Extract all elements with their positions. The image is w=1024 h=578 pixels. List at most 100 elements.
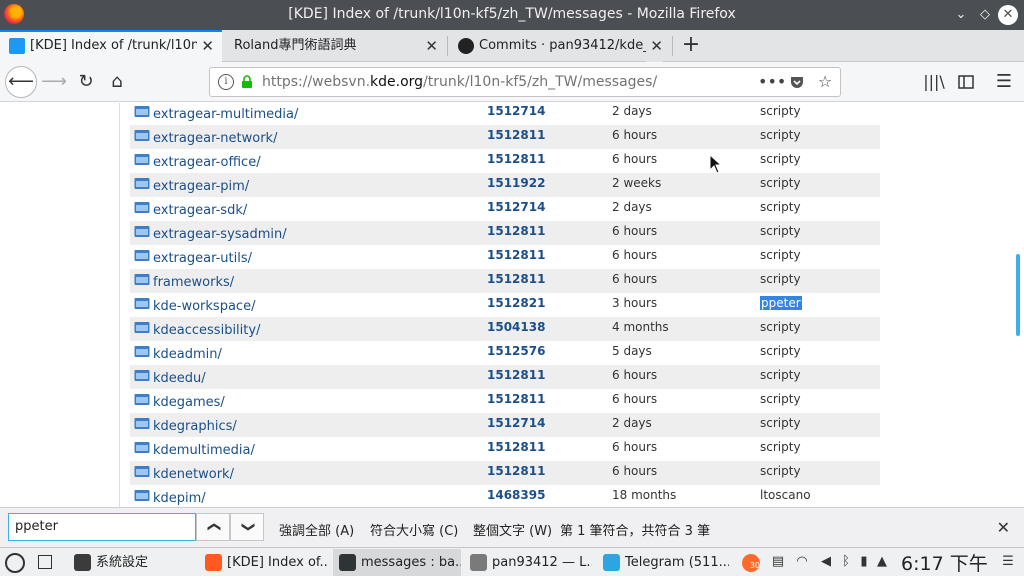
- revision-link[interactable]: 1511922: [487, 176, 545, 190]
- directory-link[interactable]: extragear-network/: [153, 131, 277, 146]
- arrow-left-icon[interactable]: ⟵: [5, 66, 37, 98]
- address-bar[interactable]: i https://websvn.kde.org/trunk/l10n-kf5/…: [209, 67, 841, 97]
- hamburger-menu-icon[interactable]: ☰: [990, 68, 1018, 96]
- url-text[interactable]: https://websvn.kde.org/trunk/l10n-kf5/zh…: [262, 74, 657, 90]
- author-text: scripty: [760, 368, 801, 382]
- battery-icon[interactable]: ▮: [856, 554, 872, 570]
- scrollbar-thumb[interactable]: [1016, 254, 1020, 336]
- info-icon[interactable]: i: [218, 74, 234, 90]
- library-icon[interactable]: |||\: [920, 68, 948, 96]
- new-tab-button[interactable]: +: [680, 30, 702, 62]
- directory-link[interactable]: frameworks/: [153, 275, 234, 290]
- clock[interactable]: 6:17 下午: [901, 549, 988, 576]
- revision-link[interactable]: 1512714: [487, 104, 545, 118]
- folder-icon: [134, 106, 150, 117]
- author-text: scripty: [760, 104, 801, 118]
- show-desktop-icon[interactable]: [38, 555, 52, 569]
- taskbar-item-label: [KDE] Index of...: [227, 555, 329, 570]
- tab-label: [KDE] Index of /trunk/l10n: [30, 38, 200, 53]
- diamond-icon[interactable]: ◇: [976, 6, 994, 24]
- revision-link[interactable]: 1512811: [487, 392, 545, 406]
- revision-link[interactable]: 1512821: [487, 296, 545, 310]
- arrow-right-icon[interactable]: ⟶: [40, 68, 68, 96]
- revision-link[interactable]: 1512811: [487, 224, 545, 238]
- revision-link[interactable]: 1504138: [487, 320, 545, 334]
- find-close-icon[interactable]: ✕: [997, 518, 1010, 537]
- age-text: 6 hours: [612, 128, 658, 142]
- bluetooth-icon[interactable]: ᛒ: [838, 554, 854, 570]
- match-case-toggle[interactable]: 符合大小寫 (C): [370, 520, 458, 539]
- reload-icon[interactable]: ↻: [72, 68, 100, 96]
- chevron-up-icon: ❮: [206, 521, 221, 533]
- author-text: scripty: [760, 464, 801, 478]
- revision-link[interactable]: 1512811: [487, 152, 545, 166]
- revision-link[interactable]: 1512811: [487, 368, 545, 382]
- tray-expand-icon[interactable]: ▲: [874, 554, 890, 570]
- directory-link[interactable]: kdeaccessibility/: [153, 323, 260, 338]
- directory-listing: extragear-multimedia/1512714 2 days script…: [130, 103, 880, 507]
- tab-roland[interactable]: Roland專門術語詞典 ✕: [224, 30, 446, 62]
- url-prefix: https://websvn.: [262, 74, 371, 90]
- app-launcher-icon[interactable]: [5, 553, 25, 573]
- volume-icon[interactable]: ◀: [818, 554, 834, 570]
- tab-close-icon[interactable]: ✕: [646, 30, 663, 62]
- chevron-down-icon[interactable]: ⌄: [952, 6, 970, 24]
- directory-link[interactable]: kde-workspace/: [153, 299, 255, 314]
- tab-close-icon[interactable]: ✕: [197, 32, 214, 60]
- find-bar: ppeter ❮ ❯ 強調全部 (A) 符合大小寫 (C) 整個文字 (W) 第…: [0, 507, 1024, 547]
- tab-github-commits[interactable]: Commits · pan93412/kde_ ✕: [449, 30, 671, 62]
- clipboard-icon[interactable]: ▤: [770, 554, 786, 570]
- panel-menu-icon[interactable]: ☰: [1000, 554, 1016, 570]
- wifi-icon[interactable]: ◠: [794, 554, 810, 570]
- revision-link[interactable]: 1512811: [487, 440, 545, 454]
- directory-link[interactable]: kdeadmin/: [153, 347, 222, 362]
- taskbar-item[interactable]: [KDE] Index of...: [199, 549, 329, 576]
- revision-link[interactable]: 1512576: [487, 344, 545, 358]
- age-text: 6 hours: [612, 440, 658, 454]
- directory-link[interactable]: extragear-utils/: [153, 251, 252, 266]
- taskbar-item[interactable]: Telegram (511...: [597, 549, 729, 576]
- url-path: /trunk/l10n-kf5/zh_TW/messages/: [423, 74, 658, 90]
- find-previous-button[interactable]: ❮: [196, 513, 230, 541]
- folder-icon: [134, 202, 150, 213]
- taskbar-item[interactable]: pan93412 — L...: [464, 549, 592, 576]
- directory-link[interactable]: kdemultimedia/: [153, 443, 255, 458]
- revision-link[interactable]: 1512811: [487, 272, 545, 286]
- star-icon[interactable]: ☆: [814, 72, 836, 92]
- pocket-icon[interactable]: [786, 72, 808, 92]
- sidebar-icon[interactable]: [952, 68, 980, 96]
- directory-link[interactable]: extragear-sdk/: [153, 203, 247, 218]
- find-next-button[interactable]: ❯: [230, 513, 264, 541]
- url-domain: kde.org: [370, 74, 424, 90]
- home-icon[interactable]: ⌂: [103, 68, 131, 96]
- revision-link[interactable]: 1512811: [487, 464, 545, 478]
- tab-kde-index[interactable]: [KDE] Index of /trunk/l10n ✕: [0, 30, 222, 62]
- revision-link[interactable]: 1512714: [487, 200, 545, 214]
- directory-link[interactable]: extragear-sysadmin/: [153, 227, 287, 242]
- whole-words-toggle[interactable]: 整個文字 (W): [473, 520, 552, 539]
- notification-badge-icon[interactable]: 30: [742, 554, 760, 572]
- directory-link[interactable]: extragear-multimedia/: [153, 107, 298, 122]
- window-close-button[interactable]: ✕: [998, 5, 1018, 25]
- revision-link[interactable]: 1512811: [487, 248, 545, 262]
- highlight-all-toggle[interactable]: 強調全部 (A): [279, 520, 354, 539]
- revision-link[interactable]: 1468395: [487, 488, 545, 502]
- directory-link[interactable]: kdepim/: [153, 491, 206, 506]
- chevron-down-icon: ❯: [240, 521, 255, 533]
- folder-icon: [134, 298, 150, 309]
- directory-link[interactable]: extragear-office/: [153, 155, 261, 170]
- ellipsis-icon[interactable]: •••: [758, 72, 786, 92]
- taskbar-item[interactable]: messages : ba...: [333, 549, 461, 576]
- table-row: extragear-sdk/1512714 2 days scripty: [130, 197, 880, 221]
- directory-link[interactable]: kdegraphics/: [153, 419, 237, 434]
- directory-link[interactable]: extragear-pim/: [153, 179, 249, 194]
- revision-link[interactable]: 1512714: [487, 416, 545, 430]
- tab-close-icon[interactable]: ✕: [425, 30, 438, 62]
- directory-link[interactable]: kdeedu/: [153, 371, 206, 386]
- find-input[interactable]: ppeter: [8, 513, 196, 541]
- taskbar-item[interactable]: 系統設定: [68, 549, 194, 576]
- revision-link[interactable]: 1512811: [487, 128, 545, 142]
- directory-link[interactable]: kdegames/: [153, 395, 225, 410]
- table-row: extragear-network/1512811 6 hours scripty: [130, 125, 880, 149]
- directory-link[interactable]: kdenetwork/: [153, 467, 234, 482]
